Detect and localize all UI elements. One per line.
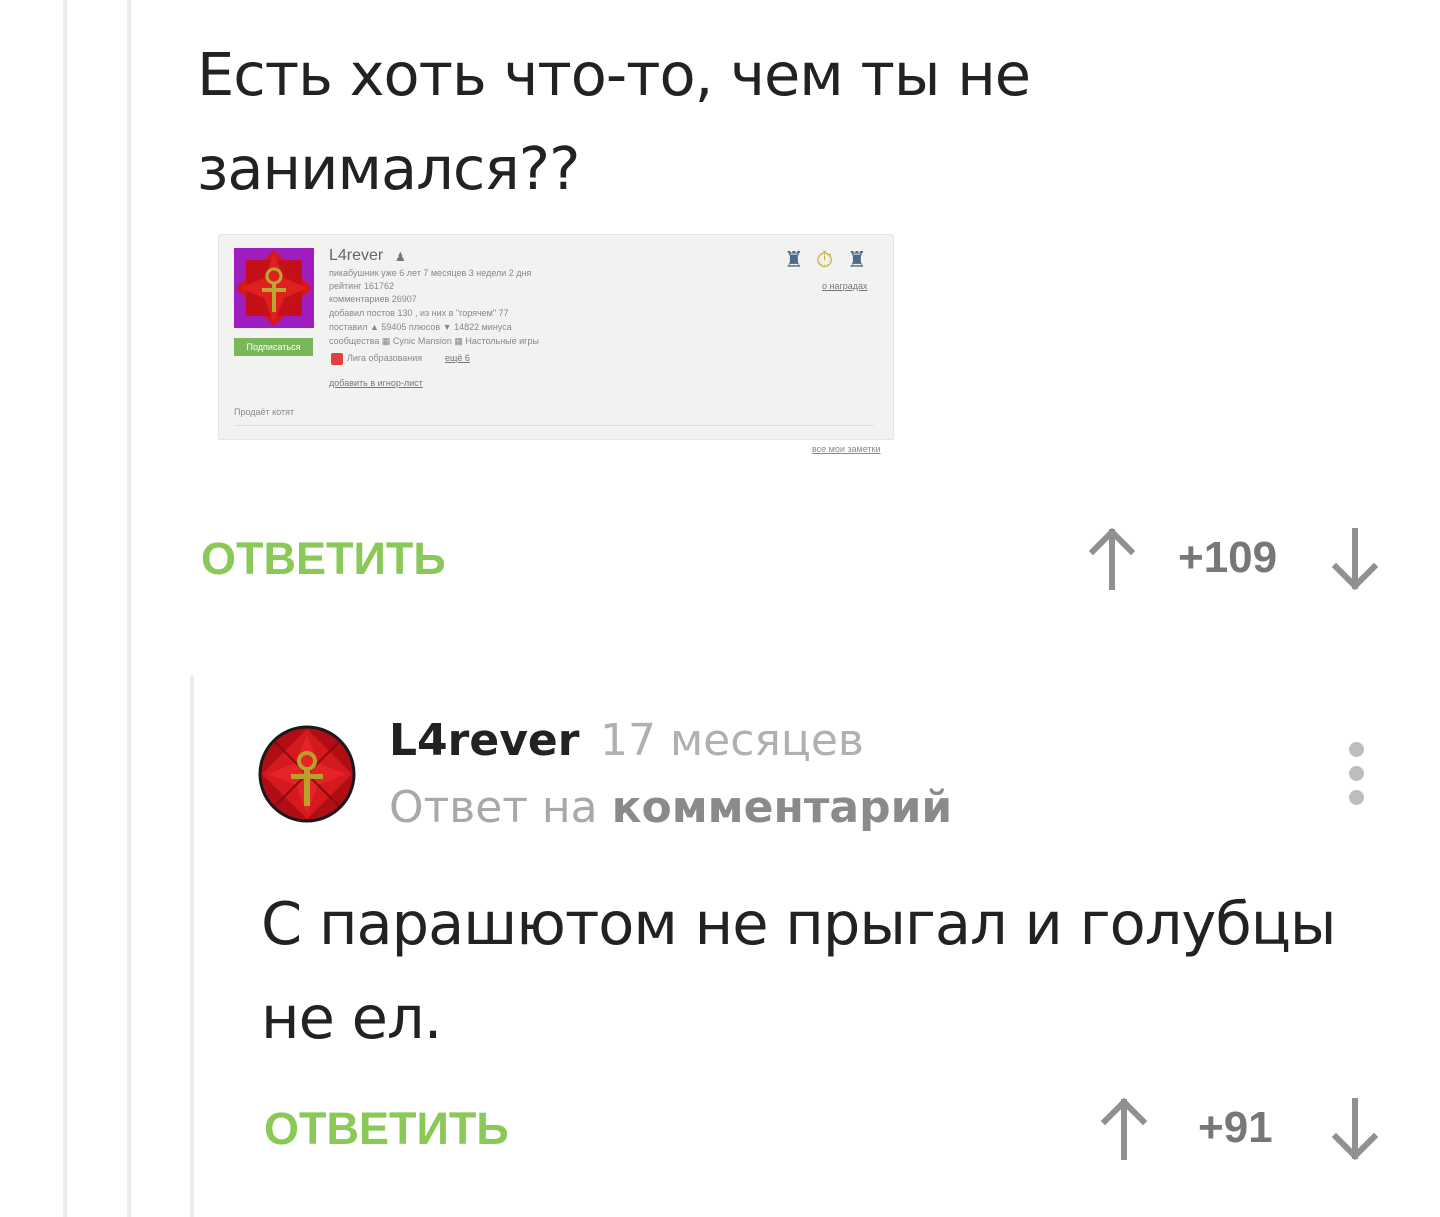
profile-more-link: ещё 6 xyxy=(445,353,470,363)
profile-note-text: Продаёт котят xyxy=(234,407,295,417)
reply-comment-text-line2: не ел. xyxy=(261,983,442,1052)
reply-to-prefix: Ответ на xyxy=(389,782,598,833)
arrow-up-icon[interactable] xyxy=(1088,528,1136,590)
profile-ignore-link: добавить в игнор-лист xyxy=(329,378,423,388)
profile-avatar-image xyxy=(234,248,314,328)
profile-screenshot-image[interactable]: Подписаться L4rever ♟ пикабушник уже 6 л… xyxy=(218,234,894,440)
league-icon xyxy=(331,353,343,365)
profile-notes-link: все мои заметки xyxy=(812,444,881,454)
profile-line-league: Лига образования xyxy=(347,353,423,363)
thread-line-parent xyxy=(127,0,131,1217)
award-icon-1: ♜ xyxy=(784,247,804,272)
award-icon-3: ♜ xyxy=(847,247,867,272)
parent-reply-button[interactable]: ОТВЕТИТЬ xyxy=(201,533,446,585)
avatar-ankh-icon[interactable] xyxy=(258,725,356,823)
award-icon-2: ⏱ xyxy=(816,247,834,272)
profile-line-posts: добавил постов 130 , из них в "горячем" … xyxy=(329,308,509,318)
arrow-up-icon[interactable] xyxy=(1100,1098,1148,1160)
profile-awards-link: о наградах xyxy=(822,281,868,291)
profile-line-communities: сообщества ▦ Cynic Mansion ▦ Настольные … xyxy=(329,336,539,346)
thread-line-outer xyxy=(63,0,67,1217)
arrow-down-icon[interactable] xyxy=(1331,528,1379,590)
reply-reply-button[interactable]: ОТВЕТИТЬ xyxy=(264,1103,509,1155)
parent-comment-text-line1: Есть хоть что-то, чем ты не xyxy=(197,40,1031,109)
profile-user-icon: ♟ xyxy=(395,250,406,264)
reply-time: 17 месяцев xyxy=(600,715,864,766)
reply-to-line: Ответ на комментарий xyxy=(389,782,952,833)
profile-nickname: L4rever xyxy=(329,247,384,264)
profile-line-comments: комментариев 26907 xyxy=(329,294,417,304)
thread-line-reply xyxy=(190,676,194,1217)
reply-to-link[interactable]: комментарий xyxy=(612,782,953,833)
parent-comment-text-line2: занимался?? xyxy=(197,134,580,203)
reply-rating: +91 xyxy=(1198,1103,1273,1152)
profile-line-rating: рейтинг 161762 xyxy=(329,281,394,291)
more-vertical-icon[interactable] xyxy=(1340,742,1372,806)
parent-rating: +109 xyxy=(1178,533,1278,582)
arrow-down-icon[interactable] xyxy=(1331,1098,1379,1160)
profile-line-age: пикабушник уже 6 лет 7 месяцев 3 недели … xyxy=(329,268,532,278)
profile-line-votes: поставил ▲ 59405 плюсов ▼ 14822 минуса xyxy=(329,322,512,332)
reply-author-name[interactable]: L4rever xyxy=(389,715,579,766)
profile-subscribe-button: Подписаться xyxy=(234,338,313,356)
profile-divider xyxy=(234,425,874,426)
reply-comment-text-line1: С парашютом не прыгал и голубцы xyxy=(261,889,1336,958)
